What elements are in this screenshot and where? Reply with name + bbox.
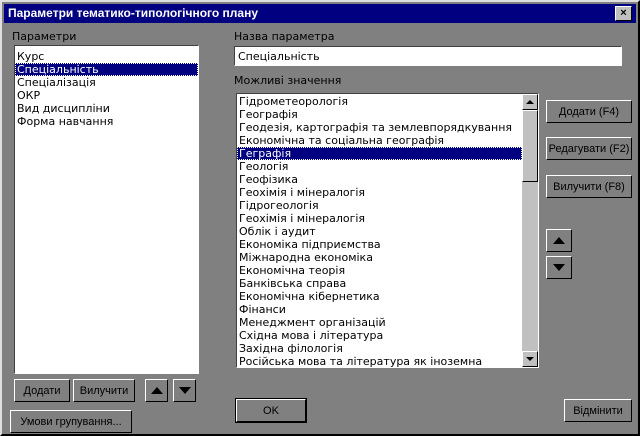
params-label: Параметри [12, 30, 77, 43]
list-item[interactable]: Геологія [237, 160, 522, 173]
list-item[interactable]: Гідрогеологія [237, 199, 522, 212]
params-move-up-button[interactable] [145, 379, 168, 402]
list-item[interactable]: Геохімія і мінералогія [237, 212, 522, 225]
ok-button[interactable]: OK [235, 398, 307, 423]
list-item[interactable]: Курс [15, 50, 198, 63]
list-item[interactable]: Спеціалізація [15, 76, 198, 89]
list-item[interactable]: Банківська справа [237, 277, 522, 290]
list-item[interactable]: Форма навчання [15, 115, 198, 128]
cancel-button[interactable]: Відмінити [564, 399, 632, 422]
values-list[interactable]: Гідрометеорологія Географія Геодезія, карт… [236, 93, 539, 368]
values-list-items: Гідрометеорологія Географія Геодезія, карт… [237, 94, 522, 367]
window-title: Параметри тематико-типологічного плану [8, 6, 259, 20]
list-item[interactable]: ОКР [15, 89, 198, 102]
scroll-down-button[interactable] [522, 351, 538, 367]
list-item[interactable]: Східна мова і література [237, 329, 522, 342]
list-item[interactable]: Міжнародна економіка [237, 251, 522, 264]
arrow-up-icon [150, 387, 163, 394]
list-item[interactable]: Російська мова та література як іноземна [237, 355, 522, 367]
scroll-down-icon [526, 357, 534, 361]
list-item[interactable]: Географія [237, 108, 522, 121]
params-remove-button[interactable]: Вилучити [73, 379, 135, 402]
params-add-button[interactable]: Додати [14, 379, 70, 402]
scroll-thumb[interactable] [522, 110, 538, 182]
param-name-field[interactable]: Спеціальність [234, 46, 622, 66]
values-move-up-button[interactable] [546, 229, 572, 252]
list-item[interactable]: Економічна кібернетика [237, 290, 522, 303]
list-item[interactable]: Геофізика [237, 173, 522, 186]
values-edit-button[interactable]: Редагувати (F2) [546, 137, 632, 160]
values-remove-button[interactable]: Вилучити (F8) [546, 175, 632, 198]
param-name-label: Назва параметра [234, 30, 335, 43]
list-item[interactable]: Фінанси [237, 303, 522, 316]
arrow-down-icon [178, 387, 191, 394]
close-button[interactable]: × [615, 6, 632, 21]
list-item[interactable]: Економічна теорія [237, 264, 522, 277]
params-move-down-button[interactable] [173, 379, 196, 402]
list-item[interactable]: Спеціальність [15, 63, 198, 76]
list-item[interactable]: Менеджмент організацій [237, 316, 522, 329]
title-bar[interactable]: Параметри тематико-типологічного плану × [4, 4, 636, 23]
scroll-up-icon [526, 100, 534, 104]
values-scrollbar[interactable] [522, 94, 538, 367]
grouping-conditions-button[interactable]: Умови групування... [10, 410, 132, 433]
values-move-down-button[interactable] [546, 256, 572, 279]
scroll-up-button[interactable] [522, 94, 538, 110]
list-item[interactable]: Вид дисципліни [15, 102, 198, 115]
list-item[interactable]: Геграфія [237, 147, 522, 160]
list-item[interactable]: Економіка підприємства [237, 238, 522, 251]
arrow-down-icon [553, 264, 565, 271]
list-item[interactable]: Облік і аудит [237, 225, 522, 238]
arrow-up-icon [553, 237, 565, 244]
params-list[interactable]: Курс Спеціальність Спеціалізація ОКР Вид дис… [14, 45, 199, 374]
dialog-window: Параметри тематико-типологічного плану ×… [0, 0, 640, 436]
list-item[interactable]: Геохімія і мінералогія [237, 186, 522, 199]
list-item[interactable]: Гідрометеорологія [237, 95, 522, 108]
values-add-button[interactable]: Додати (F4) [546, 100, 632, 123]
param-name-value: Спеціальність [238, 50, 320, 63]
list-item[interactable]: Західна філологія [237, 342, 522, 355]
list-item[interactable]: Економічна та соціальна географія [237, 134, 522, 147]
list-item[interactable]: Геодезія, картографія та землевпорядкува… [237, 121, 522, 134]
values-label: Можливі значення [234, 74, 342, 87]
